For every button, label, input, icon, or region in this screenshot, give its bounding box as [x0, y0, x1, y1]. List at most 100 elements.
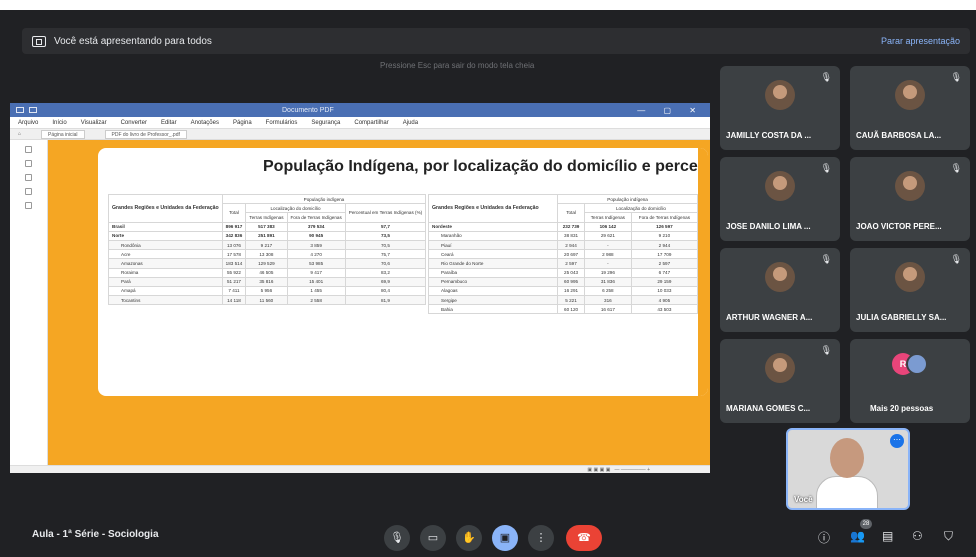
pdf-window-title: Documento PDF [282, 106, 334, 114]
menu-anotacoes[interactable]: Anotações [191, 120, 219, 126]
participant-name: JOAO VICTOR PERE... [856, 222, 942, 231]
stop-presenting-button[interactable]: Parar apresentação [881, 36, 960, 46]
host-controls-icon[interactable]: ⛉ [944, 529, 953, 544]
cell-total: 13 076 [221, 239, 247, 251]
participant-tile[interactable]: 🎙 ARTHUR WAGNER A... [720, 248, 840, 332]
cell-pct: 80,4 [344, 285, 427, 297]
microphone-icon[interactable]: 🎙 [384, 525, 410, 551]
pdf-statusbar: ▣ ▣ ▣ ▣ — ─────── + [10, 465, 710, 473]
presentation-banner: Você está apresentando para todos Parar … [22, 28, 970, 54]
comment-icon[interactable] [25, 174, 32, 181]
save-icon[interactable] [29, 107, 37, 113]
table-row: Amazonas 183 514 129 529 53 985 70,6 [108, 258, 427, 269]
cell-fti: 10 033 [630, 285, 699, 297]
table-row: Roraima 55 922 46 505 9 417 83,2 [108, 267, 427, 278]
mic-off-icon: 🎙 [820, 72, 832, 82]
cell-total: 7 411 [221, 285, 247, 297]
cell-ti: 129 529 [245, 258, 288, 269]
participant-tile[interactable]: 🎙 JOSE DANILO LIMA ... [720, 157, 840, 241]
menu-converter[interactable]: Converter [121, 120, 147, 126]
participant-name: JAMILLY COSTA DA ... [726, 131, 812, 140]
participant-name: JOSE DANILO LIMA ... [726, 222, 811, 231]
cell-total: 2 944 [557, 239, 585, 251]
menu-inicio[interactable]: Início [52, 120, 66, 126]
chat-icon[interactable]: ▤ [882, 529, 893, 543]
tab-home[interactable]: Página inicial [41, 129, 85, 139]
cell-ti: 11 560 [245, 295, 288, 306]
menu-compartilhar[interactable]: Compartilhar [354, 120, 388, 126]
participant-tile[interactable]: 🎙 JOAO VICTOR PERE... [850, 157, 970, 241]
view-mode-icons[interactable]: ▣ ▣ ▣ ▣ [587, 467, 610, 473]
participant-tile[interactable]: 🎙 JAMILLY COSTA DA ... [720, 66, 840, 150]
camera-icon[interactable]: ▭ [420, 525, 446, 551]
more-options-icon[interactable]: ⋮ [528, 525, 554, 551]
cell-ti: 316 [583, 295, 632, 306]
self-view[interactable]: ⋯ Você [786, 428, 910, 510]
raise-hand-icon[interactable]: ✋ [456, 525, 482, 551]
menu-arquivo[interactable]: Arquivo [18, 120, 38, 126]
table-row: Nordeste 232 739 106 142 126 597 [427, 221, 699, 232]
row-label: Piauí [427, 239, 559, 251]
people-icon[interactable]: 👥 [850, 529, 865, 543]
pdf-titlebar: Documento PDF — ▢ ✕ [10, 103, 710, 117]
zoom-slider[interactable]: — ─────── + [615, 467, 651, 473]
pdf-window: Documento PDF — ▢ ✕ Arquivo Início Visua… [10, 103, 710, 473]
cell-total: 38 831 [557, 230, 585, 241]
more-options-icon[interactable]: ⋯ [890, 434, 904, 448]
tab-document[interactable]: PDF do livro de Professor_.pdf [104, 129, 187, 139]
pdf-menubar: Arquivo Início Visualizar Converter Edit… [10, 117, 710, 129]
end-call-icon[interactable]: ☎ [566, 525, 602, 551]
participant-avatar [765, 171, 795, 201]
cell-total: 2 597 [557, 258, 585, 269]
search-icon[interactable] [25, 202, 32, 209]
participant-tile[interactable]: 🎙 MARIANA GOMES C... [720, 339, 840, 423]
table-row: Tocantins 14 118 11 560 2 558 81,9 [108, 295, 427, 306]
table-row: Acre 17 578 13 308 4 270 75,7 [108, 249, 427, 260]
cell-fti: 2 558 [286, 295, 346, 306]
cell-fti: 53 985 [286, 258, 346, 269]
table-row: Rio Grande do Norte 2 597-2 597 [427, 258, 699, 269]
menu-ajuda[interactable]: Ajuda [403, 120, 418, 126]
cell-fti: 2 597 [630, 258, 699, 269]
home-icon[interactable]: ⌂ [18, 131, 21, 137]
cell-ti: 29 621 [583, 230, 632, 241]
row-label: Sergipe [427, 295, 559, 306]
present-icon [32, 35, 46, 47]
cell-total: 60 995 [557, 276, 585, 287]
bookmark-icon[interactable] [25, 160, 32, 167]
window-controls[interactable]: — ▢ ✕ [637, 106, 704, 115]
cell-pct: 57,7 [344, 221, 427, 232]
row-label: Alagoas [427, 285, 559, 297]
menu-editar[interactable]: Editar [161, 120, 177, 126]
participant-avatar [765, 262, 795, 292]
cell-ti: 31 836 [583, 276, 632, 287]
table-row: Brasil 896 917 517 383 379 534 57,7 [108, 221, 427, 232]
cell-ti: 13 308 [245, 249, 288, 260]
more-avatars: R [892, 353, 932, 377]
row-label: Rondônia [108, 239, 223, 251]
pdf-viewport[interactable]: População Indígena, por localização do d… [48, 140, 710, 465]
row-label: Rio Grande do Norte [427, 258, 559, 269]
participant-tile[interactable]: 🎙 CAUÃ BARBOSA LA... [850, 66, 970, 150]
participant-tile[interactable]: 🎙 JULIA GABRIELLY SA... [850, 248, 970, 332]
menu-seguranca[interactable]: Segurança [311, 120, 340, 126]
activities-icon[interactable]: ⚇ [912, 529, 923, 543]
more-people-tile[interactable]: R Mais 20 pessoas [850, 339, 970, 423]
table-row: Pará 51 217 35 816 15 401 69,9 [108, 276, 427, 287]
cell-total: 232 739 [557, 221, 585, 232]
menu-visualizar[interactable]: Visualizar [81, 120, 107, 126]
menu-pagina[interactable]: Página [233, 120, 252, 126]
cell-fti: 2 944 [630, 239, 699, 251]
cell-ti: 9 217 [245, 239, 288, 251]
cell-pct: 75,7 [344, 249, 427, 260]
thumbnails-icon[interactable] [25, 146, 32, 153]
menu-formularios[interactable]: Formulários [266, 120, 298, 126]
attachment-icon[interactable] [25, 188, 32, 195]
cell-pct: 70,5 [344, 239, 427, 251]
table-row: Alagoas 16 291 6 258 10 033 [427, 285, 699, 297]
cell-total: 5 221 [557, 295, 585, 306]
present-screen-icon[interactable]: ▣ [492, 525, 518, 551]
table-row: Rondônia 13 076 9 217 3 859 70,5 [108, 239, 427, 251]
info-icon[interactable]: ⓘ [818, 529, 830, 546]
mic-off-icon: 🎙 [950, 163, 962, 173]
